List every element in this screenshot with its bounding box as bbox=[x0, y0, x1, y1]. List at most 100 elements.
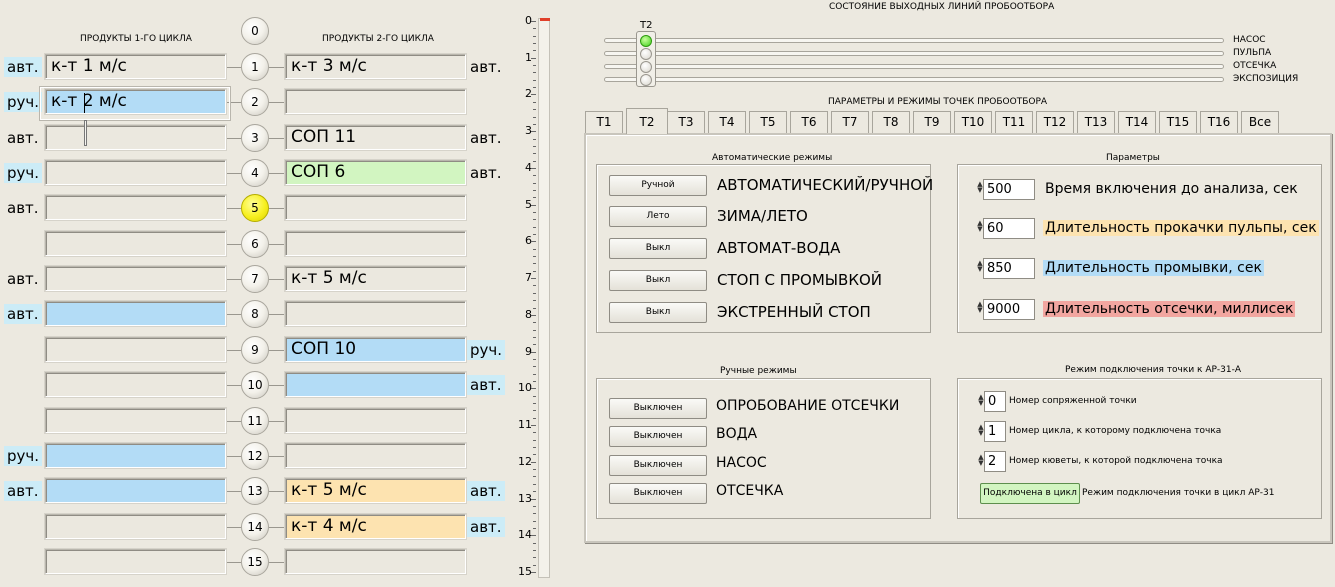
scale-minor-mark bbox=[533, 344, 536, 345]
cycle2-field-14[interactable]: к-т 4 м/с bbox=[285, 514, 466, 539]
auto-mode-button-0[interactable]: Ручной bbox=[609, 175, 707, 196]
point-button-3[interactable]: 3 bbox=[241, 124, 269, 152]
manual-mode-button-1[interactable]: Выключен bbox=[609, 426, 707, 447]
cycle1-mode-8[interactable]: авт. bbox=[4, 304, 42, 324]
cycle2-mode-14[interactable]: авт. bbox=[467, 517, 505, 537]
tab-t12[interactable]: Т12 bbox=[1036, 111, 1074, 133]
point-button-1[interactable]: 1 bbox=[241, 53, 269, 81]
cycle1-mode-12[interactable]: руч. bbox=[4, 446, 43, 466]
cycle2-field-13[interactable]: к-т 5 м/с bbox=[285, 478, 466, 503]
manual-mode-button-0[interactable]: Выключен bbox=[609, 398, 707, 419]
point-button-7[interactable]: 7 bbox=[241, 265, 269, 293]
point-button-5[interactable]: 5 bbox=[241, 194, 269, 222]
cycle1-field-4[interactable] bbox=[45, 160, 226, 185]
cycle1-mode-2[interactable]: руч. bbox=[4, 92, 43, 112]
point-button-2[interactable]: 2 bbox=[241, 88, 269, 116]
point-button-15[interactable]: 15 bbox=[241, 548, 269, 576]
point-button-0[interactable]: 0 bbox=[241, 17, 269, 45]
cycle1-mode-4[interactable]: руч. bbox=[4, 163, 43, 183]
cycle2-field-2[interactable] bbox=[285, 89, 466, 114]
cycle2-field-12[interactable] bbox=[285, 443, 466, 468]
connect-cycle-button[interactable]: Подключена в цикл bbox=[980, 483, 1080, 504]
cycle2-field-8[interactable] bbox=[285, 301, 466, 326]
auto-mode-button-1[interactable]: Лето bbox=[609, 206, 707, 227]
point-button-6[interactable]: 6 bbox=[241, 230, 269, 258]
auto-mode-button-4[interactable]: Выкл bbox=[609, 302, 707, 323]
connect-input-0[interactable]: 0 bbox=[984, 391, 1006, 412]
auto-mode-button-3[interactable]: Выкл bbox=[609, 270, 707, 291]
tab-t2[interactable]: Т2 bbox=[626, 108, 668, 134]
tab-t13[interactable]: Т13 bbox=[1077, 111, 1115, 133]
point-button-10[interactable]: 10 bbox=[241, 371, 269, 399]
param-input-1[interactable]: 60 bbox=[983, 218, 1035, 239]
cycle2-mode-3[interactable]: авт. bbox=[467, 128, 505, 148]
auto-mode-button-2[interactable]: Выкл bbox=[609, 238, 707, 259]
tab-t1[interactable]: Т1 bbox=[585, 111, 623, 133]
cycle2-field-15[interactable] bbox=[285, 549, 466, 574]
cycle2-field-1[interactable]: к-т 3 м/с bbox=[285, 54, 466, 79]
tab-t14[interactable]: Т14 bbox=[1118, 111, 1156, 133]
point-button-14[interactable]: 14 bbox=[241, 513, 269, 541]
cycle1-field-1[interactable]: к-т 1 м/с bbox=[45, 54, 226, 79]
cycle1-field-3[interactable] bbox=[45, 125, 226, 150]
cycle1-mode-5[interactable]: авт. bbox=[4, 198, 42, 218]
tab-t7[interactable]: Т7 bbox=[831, 111, 869, 133]
cycle2-mode-4[interactable]: авт. bbox=[467, 163, 505, 183]
cycle2-mode-13[interactable]: авт. bbox=[467, 481, 505, 501]
cycle1-field-5[interactable] bbox=[45, 195, 226, 220]
cycle1-field-6[interactable] bbox=[45, 231, 226, 256]
cycle1-field-10[interactable] bbox=[45, 372, 226, 397]
cycle1-field-13[interactable] bbox=[45, 478, 226, 503]
cycle1-field-11[interactable] bbox=[45, 408, 226, 433]
tab-t9[interactable]: Т9 bbox=[913, 111, 951, 133]
cycle2-field-5[interactable] bbox=[285, 195, 466, 220]
cycle1-mode-3[interactable]: авт. bbox=[4, 128, 42, 148]
cycle2-mode-9[interactable]: руч. bbox=[467, 340, 506, 360]
tab-all[interactable]: Все bbox=[1241, 111, 1279, 133]
tab-t8[interactable]: Т8 bbox=[872, 111, 910, 133]
point-button-13[interactable]: 13 bbox=[241, 477, 269, 505]
cycle1-field-12[interactable] bbox=[45, 443, 226, 468]
cycle2-field-6[interactable] bbox=[285, 231, 466, 256]
point-button-11[interactable]: 11 bbox=[241, 407, 269, 435]
connect-input-1[interactable]: 1 bbox=[984, 421, 1006, 442]
cycle2-field-7[interactable]: к-т 5 м/с bbox=[285, 266, 466, 291]
point-button-8[interactable]: 8 bbox=[241, 300, 269, 328]
cycle2-mode-1[interactable]: авт. bbox=[467, 57, 505, 77]
tab-t4[interactable]: Т4 bbox=[708, 111, 746, 133]
vertical-slider-track[interactable] bbox=[538, 18, 550, 578]
cycle2-field-9[interactable]: СОП 10 bbox=[285, 337, 466, 362]
tab-t15[interactable]: Т15 bbox=[1159, 111, 1197, 133]
drag-handle[interactable] bbox=[84, 120, 87, 146]
cycle2-field-11[interactable] bbox=[285, 408, 466, 433]
cycle1-field-8[interactable] bbox=[45, 301, 226, 326]
tab-t5[interactable]: Т5 bbox=[749, 111, 787, 133]
connect-input-2[interactable]: 2 bbox=[984, 451, 1006, 472]
point-button-12[interactable]: 12 bbox=[241, 442, 269, 470]
cycle1-field-9[interactable] bbox=[45, 337, 226, 362]
point-button-4[interactable]: 4 bbox=[241, 159, 269, 187]
vertical-slider-thumb[interactable] bbox=[540, 18, 550, 21]
cycle1-mode-1[interactable]: авт. bbox=[4, 57, 42, 77]
tab-t6[interactable]: Т6 bbox=[790, 111, 828, 133]
cycle2-field-10[interactable] bbox=[285, 372, 466, 397]
param-input-2[interactable]: 850 bbox=[983, 258, 1035, 279]
cycle1-mode-7[interactable]: авт. bbox=[4, 269, 42, 289]
cycle1-field-14[interactable] bbox=[45, 514, 226, 539]
param-input-3[interactable]: 9000 bbox=[983, 299, 1035, 320]
auto-mode-label-0: АВТОМАТИЧЕСКИЙ/РУЧНОЙ bbox=[717, 176, 934, 194]
manual-mode-button-3[interactable]: Выключен bbox=[609, 483, 707, 504]
param-input-0[interactable]: 500 bbox=[983, 179, 1035, 200]
cycle1-field-15[interactable] bbox=[45, 549, 226, 574]
tab-t3[interactable]: Т3 bbox=[667, 111, 705, 133]
cycle2-field-3[interactable]: СОП 11 bbox=[285, 125, 466, 150]
point-button-9[interactable]: 9 bbox=[241, 336, 269, 364]
tab-t11[interactable]: Т11 bbox=[995, 111, 1033, 133]
manual-mode-button-2[interactable]: Выключен bbox=[609, 455, 707, 476]
tab-t10[interactable]: Т10 bbox=[954, 111, 992, 133]
cycle2-field-4[interactable]: СОП 6 bbox=[285, 160, 466, 185]
cycle1-field-7[interactable] bbox=[45, 266, 226, 291]
cycle2-mode-10[interactable]: авт. bbox=[467, 375, 505, 395]
cycle1-mode-13[interactable]: авт. bbox=[4, 481, 42, 501]
tab-t16[interactable]: Т16 bbox=[1200, 111, 1238, 133]
